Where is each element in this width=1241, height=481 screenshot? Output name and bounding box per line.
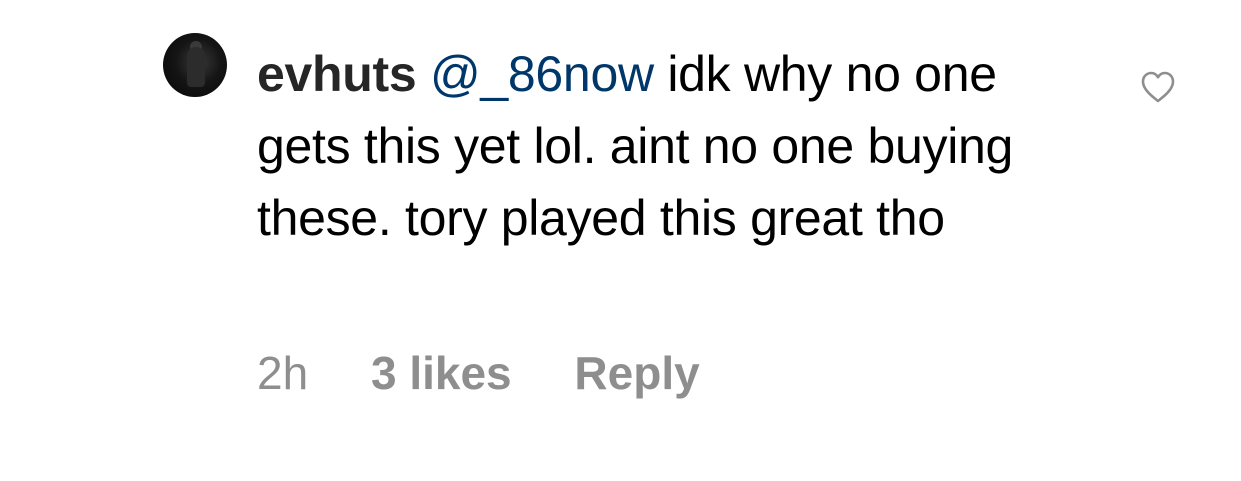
like-button[interactable]: [1140, 70, 1176, 104]
avatar-figure-shape: [187, 47, 205, 87]
comment-mention[interactable]: @_86now: [430, 46, 654, 102]
avatar[interactable]: [163, 33, 227, 97]
comment-timestamp: 2h: [257, 347, 309, 399]
comment-meta-row: 2h 3 likes Reply: [257, 343, 700, 403]
comment-likes-count[interactable]: 3 likes: [371, 343, 512, 403]
comment-username[interactable]: evhuts: [257, 46, 417, 102]
heart-outline-icon: [1141, 71, 1175, 103]
comment-text-block: evhuts @_86now idk why no one gets this …: [257, 38, 1047, 254]
comment-item: evhuts @_86now idk why no one gets this …: [0, 0, 1241, 481]
reply-button[interactable]: Reply: [574, 343, 699, 403]
